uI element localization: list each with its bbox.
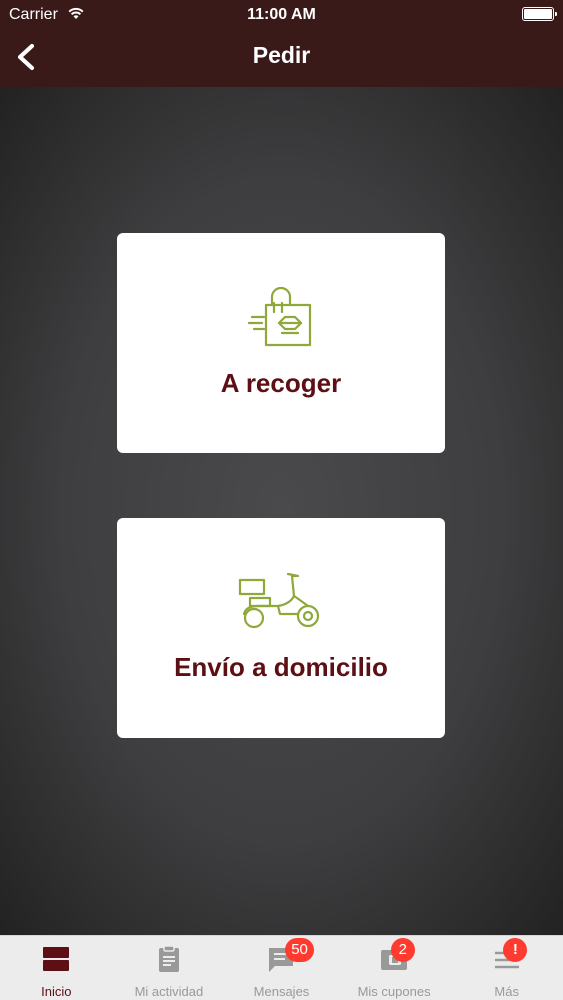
clipboard-icon [158,945,179,972]
messages-badge: 50 [285,938,314,962]
pickup-option-label: A recoger [220,368,342,398]
order-type-panel: A recoger Envío a domicilio [0,87,563,935]
tab-label: Mensajes [253,984,310,999]
tab-inicio[interactable]: Inicio [0,936,113,1000]
delivery-scooter-icon [238,572,320,629]
navigation-header: Carrier 11:00 AM Pedir [0,0,563,87]
battery-icon [522,7,557,21]
tab-mis-cupones[interactable]: 2 Mis cupones [338,936,451,1000]
tab-mi-actividad[interactable]: Mi actividad [113,936,226,1000]
tab-mas[interactable]: ! Más [450,936,563,1000]
more-alert-badge: ! [503,938,528,962]
tab-label: Mi actividad [134,984,204,999]
tab-label: Mis cupones [357,984,431,999]
tab-label: Inicio [41,984,72,999]
status-bar: Carrier 11:00 AM [0,0,563,30]
pickup-option-card[interactable]: A recoger [117,233,445,453]
tab-label: Más [494,984,519,999]
tab-bar: Inicio Mi actividad 50 Mensajes 2 Mis cu… [0,935,563,1000]
status-time: 11:00 AM [247,6,316,23]
pickup-bag-icon [248,286,312,347]
page-title: Pedir [252,42,311,68]
delivery-option-card[interactable]: Envío a domicilio [117,518,445,738]
delivery-option-label: Envío a domicilio [174,652,388,682]
home-icon [43,947,70,971]
coupons-badge: 2 [390,938,415,962]
tab-mensajes[interactable]: 50 Mensajes [225,936,338,1000]
